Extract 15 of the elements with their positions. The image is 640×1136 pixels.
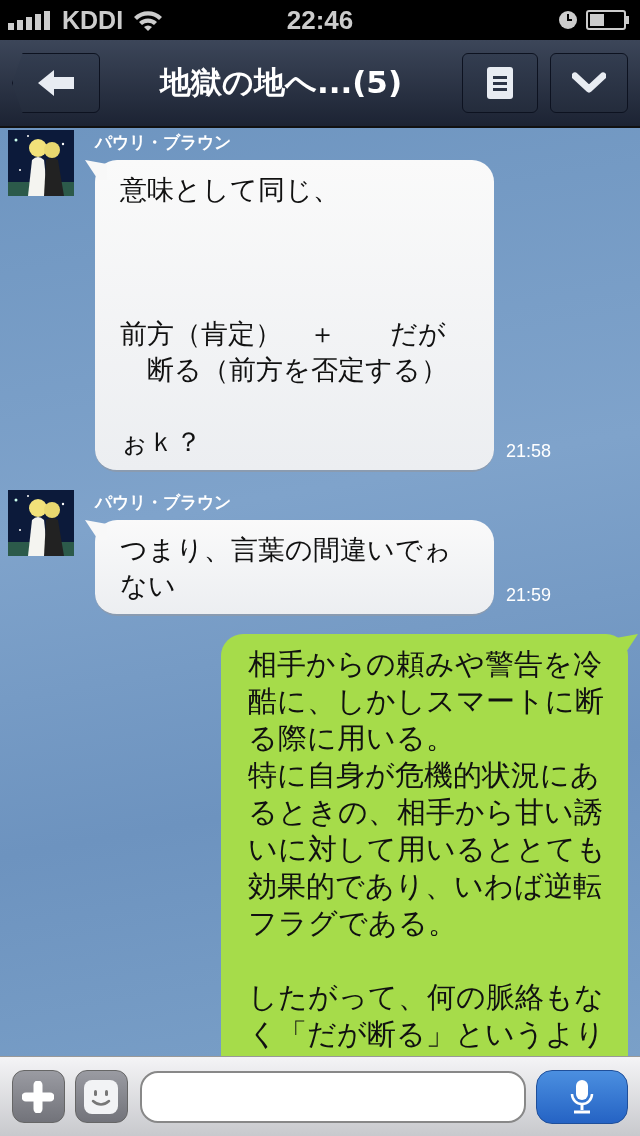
message-text: 意味として同じ、 — [120, 173, 341, 207]
message-text: 相手からの頼みや警告を冷酷に、しかしスマートに断る際に用いる。 — [248, 646, 605, 757]
message-text: つまり、言葉の間違いでゎない — [120, 533, 452, 603]
chat-title: 地獄の地へ...(5) — [158, 63, 404, 102]
sender-name: パウリ・ブラウン — [95, 131, 232, 154]
message-time: 21:59 — [506, 585, 552, 606]
message-time: 21:58 — [506, 441, 552, 462]
message-text: ぉｋ？ — [120, 425, 203, 459]
message-text: 前方（肯定） ＋ だが — [120, 317, 447, 351]
message-text: したがって、何の脈絡もなく「だが断る」というより — [248, 979, 606, 1053]
message-text: 断る（前方を否定する） — [146, 353, 449, 387]
sender-name: パウリ・ブラウン — [95, 491, 232, 514]
status-time: 22:46 — [285, 4, 355, 36]
message-text: 特に自身が危機的状況にあるときの、相手から甘い誘いに対して用いるととても効果的であり、いわば逆転フラグである。 — [248, 757, 607, 942]
carrier-name: KDDI — [62, 5, 124, 35]
